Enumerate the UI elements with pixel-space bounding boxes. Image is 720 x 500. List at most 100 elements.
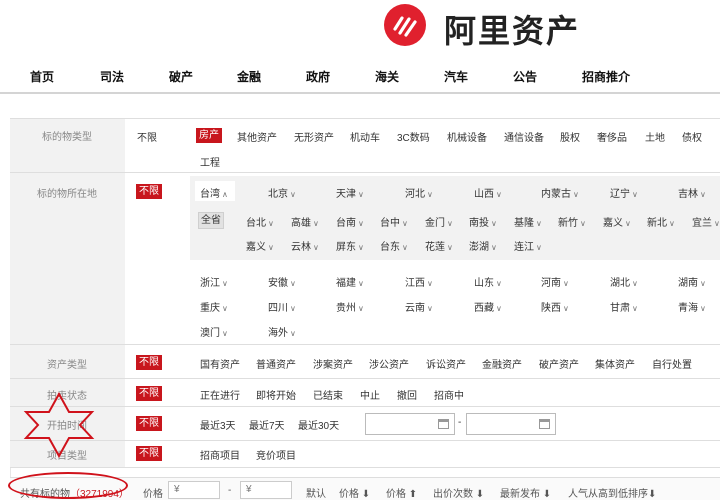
sort-popularity[interactable]: 人气从高到低排序⬇ <box>568 485 656 500</box>
end-date-input[interactable] <box>466 413 556 435</box>
nav-bankruptcy[interactable]: 破产 <box>169 68 193 85</box>
city-option[interactable]: 南投 ∨ <box>469 214 497 229</box>
city-option[interactable]: 嘉义 ∨ <box>603 214 631 229</box>
city-option[interactable]: 台中 ∨ <box>380 214 408 229</box>
status-unlimited[interactable]: 不限 <box>136 386 162 401</box>
city-option[interactable]: 台南 ∨ <box>336 214 364 229</box>
asset-type-option[interactable]: 金融资产 <box>482 356 522 371</box>
region-option[interactable]: 澳门 ∨ <box>200 324 228 339</box>
city-option[interactable]: 高雄 ∨ <box>291 214 319 229</box>
region-option[interactable]: 湖北 ∨ <box>610 274 638 289</box>
time-option[interactable]: 最近7天 <box>249 417 285 432</box>
type-option[interactable]: 机械设备 <box>447 129 487 144</box>
type-unlimited[interactable]: 不限 <box>137 129 157 144</box>
project-type-unlimited[interactable]: 不限 <box>136 446 162 461</box>
location-unlimited[interactable]: 不限 <box>136 184 162 199</box>
nav-home[interactable]: 首页 <box>30 68 54 85</box>
type-option[interactable]: 通信设备 <box>504 129 544 144</box>
asset-type-option[interactable]: 涉案资产 <box>313 356 353 371</box>
region-option[interactable]: 内蒙古 ∨ <box>541 185 579 200</box>
region-option[interactable]: 陕西 ∨ <box>541 299 569 314</box>
asset-type-option[interactable]: 破产资产 <box>539 356 579 371</box>
region-option[interactable]: 四川 ∨ <box>268 299 296 314</box>
city-option[interactable]: 新北 ∨ <box>647 214 675 229</box>
region-option[interactable]: 北京 ∨ <box>268 185 296 200</box>
project-type-option[interactable]: 招商项目 <box>200 447 240 462</box>
type-option[interactable]: 奢侈品 <box>597 129 627 144</box>
city-option[interactable]: 新竹 ∨ <box>558 214 586 229</box>
region-option[interactable]: 河南 ∨ <box>541 274 569 289</box>
region-option[interactable]: 山东 ∨ <box>474 274 502 289</box>
city-option[interactable]: 台北 ∨ <box>246 214 274 229</box>
city-option[interactable]: 云林 ∨ <box>291 238 319 253</box>
city-option[interactable]: 屏东 ∨ <box>336 238 364 253</box>
start-date-input[interactable] <box>365 413 455 435</box>
city-option[interactable]: 花莲 ∨ <box>425 238 453 253</box>
region-taiwan[interactable]: 台湾 ∧ <box>200 185 228 200</box>
region-option[interactable]: 湖南 ∨ <box>678 274 706 289</box>
nav-notice[interactable]: 公告 <box>513 68 537 85</box>
region-option[interactable]: 西藏 ∨ <box>474 299 502 314</box>
sort-default[interactable]: 默认 <box>306 485 326 500</box>
sort-bids[interactable]: 出价次数 ⬇ <box>433 485 484 500</box>
status-option[interactable]: 即将开始 <box>256 387 296 402</box>
city-option[interactable]: 台东 ∨ <box>380 238 408 253</box>
type-option[interactable]: 债权 <box>682 129 702 144</box>
status-option[interactable]: 撤回 <box>397 387 417 402</box>
region-option[interactable]: 福建 ∨ <box>336 274 364 289</box>
sort-latest[interactable]: 最新发布 ⬇ <box>500 485 551 500</box>
asset-type-option[interactable]: 普通资产 <box>256 356 296 371</box>
status-option[interactable]: 中止 <box>360 387 380 402</box>
asset-type-option[interactable]: 自行处置 <box>652 356 692 371</box>
type-option[interactable]: 3C数码 <box>397 129 430 144</box>
region-option[interactable]: 重庆 ∨ <box>200 299 228 314</box>
all-province-option[interactable]: 全省 <box>198 212 224 229</box>
region-option[interactable]: 青海 ∨ <box>678 299 706 314</box>
type-option[interactable]: 其他资产 <box>237 129 277 144</box>
region-option[interactable]: 吉林 ∨ <box>678 185 706 200</box>
city-option[interactable]: 宜兰 ∨ <box>692 214 720 229</box>
city-option[interactable]: 嘉义 ∨ <box>246 238 274 253</box>
region-option[interactable]: 辽宁 ∨ <box>610 185 638 200</box>
status-option[interactable]: 招商中 <box>434 387 464 402</box>
region-option[interactable]: 贵州 ∨ <box>336 299 364 314</box>
nav-customs[interactable]: 海关 <box>375 68 399 85</box>
status-option[interactable]: 已结束 <box>313 387 343 402</box>
type-option-selected[interactable]: 房产 <box>196 128 222 143</box>
type-option[interactable]: 土地 <box>645 129 665 144</box>
city-option[interactable]: 连江 ∨ <box>514 238 542 253</box>
sort-price-desc[interactable]: 价格 ⬇ <box>339 485 370 500</box>
region-option[interactable]: 甘肃 ∨ <box>610 299 638 314</box>
time-option[interactable]: 最近3天 <box>200 417 236 432</box>
asset-type-unlimited[interactable]: 不限 <box>136 355 162 370</box>
price-max-input[interactable]: ¥ <box>240 481 292 499</box>
region-option[interactable]: 河北 ∨ <box>405 185 433 200</box>
city-option[interactable]: 澎湖 ∨ <box>469 238 497 253</box>
nav-judicial[interactable]: 司法 <box>100 68 124 85</box>
type-option[interactable]: 无形资产 <box>294 129 334 144</box>
nav-government[interactable]: 政府 <box>306 68 330 85</box>
type-option[interactable]: 工程 <box>200 154 220 169</box>
region-option[interactable]: 山西 ∨ <box>474 185 502 200</box>
time-unlimited[interactable]: 不限 <box>136 416 162 431</box>
nav-auto[interactable]: 汽车 <box>444 68 468 85</box>
asset-type-option[interactable]: 集体资产 <box>595 356 635 371</box>
type-option[interactable]: 股权 <box>560 129 580 144</box>
nav-investment[interactable]: 招商推介 <box>582 68 630 85</box>
nav-finance[interactable]: 金融 <box>237 68 261 85</box>
region-option[interactable]: 浙江 ∨ <box>200 274 228 289</box>
region-option[interactable]: 海外 ∨ <box>268 324 296 339</box>
region-option[interactable]: 云南 ∨ <box>405 299 433 314</box>
type-option[interactable]: 机动车 <box>350 129 380 144</box>
asset-type-option[interactable]: 国有资产 <box>200 356 240 371</box>
region-option[interactable]: 安徽 ∨ <box>268 274 296 289</box>
status-option[interactable]: 正在进行 <box>200 387 240 402</box>
asset-type-option[interactable]: 涉公资产 <box>369 356 409 371</box>
region-option[interactable]: 江西 ∨ <box>405 274 433 289</box>
city-option[interactable]: 金门 ∨ <box>425 214 453 229</box>
region-option[interactable]: 天津 ∨ <box>336 185 364 200</box>
sort-price-asc[interactable]: 价格 ⬆ <box>386 485 417 500</box>
city-option[interactable]: 基隆 ∨ <box>514 214 542 229</box>
project-type-option[interactable]: 竞价项目 <box>256 447 296 462</box>
asset-type-option[interactable]: 诉讼资产 <box>426 356 466 371</box>
